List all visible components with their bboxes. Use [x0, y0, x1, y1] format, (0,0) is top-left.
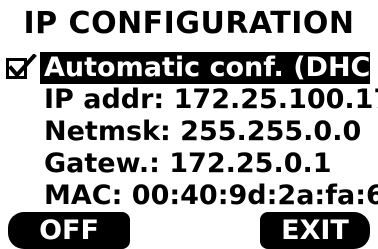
menu-item-ip-address[interactable]: IP addr: 172.25.100.17 — [44, 84, 378, 116]
device-screen: IP CONFIGURATION Automatic conf. (DHCP) … — [0, 0, 378, 249]
checkmark-icon — [6, 53, 38, 84]
off-softkey[interactable]: OFF — [8, 212, 130, 249]
menu-item-netmask[interactable]: Netmsk: 255.255.0.0 — [44, 116, 361, 148]
page-title: IP CONFIGURATION — [23, 6, 355, 41]
menu-item-dhcp[interactable]: Automatic conf. (DHCP) — [40, 52, 378, 84]
menu-item-mac: MAC: 00:40:9d:2a:fa:60 — [44, 180, 378, 211]
menu-item-gateway[interactable]: Gatew.: 172.25.0.1 — [44, 148, 332, 180]
exit-softkey[interactable]: EXIT — [260, 212, 370, 249]
